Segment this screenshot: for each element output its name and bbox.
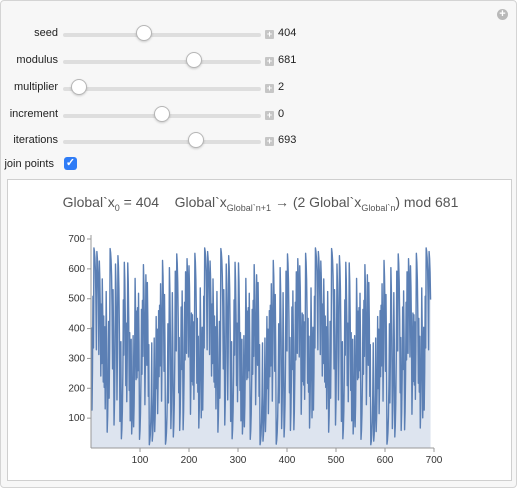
multiplier-control: multiplier + 2 <box>1 78 519 98</box>
iterations-control: iterations + 693 <box>1 131 519 151</box>
seed-slider[interactable] <box>63 33 261 37</box>
iterations-slider[interactable] <box>63 140 261 144</box>
manipulate-panel: + seed + 404 modulus + 681 multiplier + … <box>0 0 517 488</box>
multiplier-slider-thumb[interactable] <box>70 79 87 95</box>
modulus-slider-thumb[interactable] <box>185 52 202 68</box>
seed-control: seed + 404 <box>1 24 519 44</box>
y-tick-label: 600 <box>68 264 85 275</box>
plus-square-icon[interactable]: + <box>265 57 274 66</box>
x-tick-label: 700 <box>426 455 443 466</box>
x-tick-label: 300 <box>230 455 247 466</box>
multiplier-slider[interactable] <box>63 87 261 91</box>
y-tick-label: 100 <box>68 413 85 424</box>
plus-square-icon[interactable]: + <box>265 84 274 93</box>
x-tick-label: 500 <box>328 455 345 466</box>
x-tick-label: 600 <box>377 455 394 466</box>
join-points-label: join points <box>4 158 54 170</box>
multiplier-value: 2 <box>278 81 285 93</box>
modulus-slider[interactable] <box>63 60 261 64</box>
increment-slider-thumb[interactable] <box>154 106 170 122</box>
y-tick-label: 200 <box>68 383 85 394</box>
modulus-label: modulus <box>16 54 58 66</box>
iterations-slider-thumb[interactable] <box>187 132 204 148</box>
seed-slider-thumb[interactable] <box>136 25 153 41</box>
iterations-label: iterations <box>13 134 58 146</box>
seed-label: seed <box>34 27 58 39</box>
modulus-control: modulus + 681 <box>1 51 519 71</box>
x-tick-label: 100 <box>132 455 149 466</box>
plus-square-icon[interactable]: + <box>265 111 274 120</box>
plus-circle-icon[interactable]: + <box>497 9 508 20</box>
multiplier-label: multiplier <box>13 81 58 93</box>
seed-value: 404 <box>278 27 297 39</box>
y-tick-label: 400 <box>68 324 85 335</box>
modulus-value: 681 <box>278 54 297 66</box>
x-tick-label: 200 <box>181 455 198 466</box>
increment-label: increment <box>9 108 58 120</box>
plus-square-icon[interactable]: + <box>265 137 274 146</box>
sequence-chart: 100 200 300 400 500 600 700 100 200 300 400 500 600 7… <box>68 234 443 466</box>
y-tick-label: 500 <box>68 294 85 305</box>
plus-square-icon[interactable]: + <box>265 30 274 39</box>
output-area: Global`x0 = 404 Global`xGlobal`n+1 → (2 … <box>7 179 512 481</box>
y-tick-label: 700 <box>68 234 85 245</box>
y-tick-label: 300 <box>68 353 85 364</box>
increment-control: increment + 0 <box>1 105 519 125</box>
increment-value: 0 <box>278 108 285 120</box>
iterations-value: 693 <box>278 134 297 146</box>
x-tick-label: 400 <box>279 455 296 466</box>
join-points-checkbox[interactable]: ✓ <box>64 157 77 170</box>
